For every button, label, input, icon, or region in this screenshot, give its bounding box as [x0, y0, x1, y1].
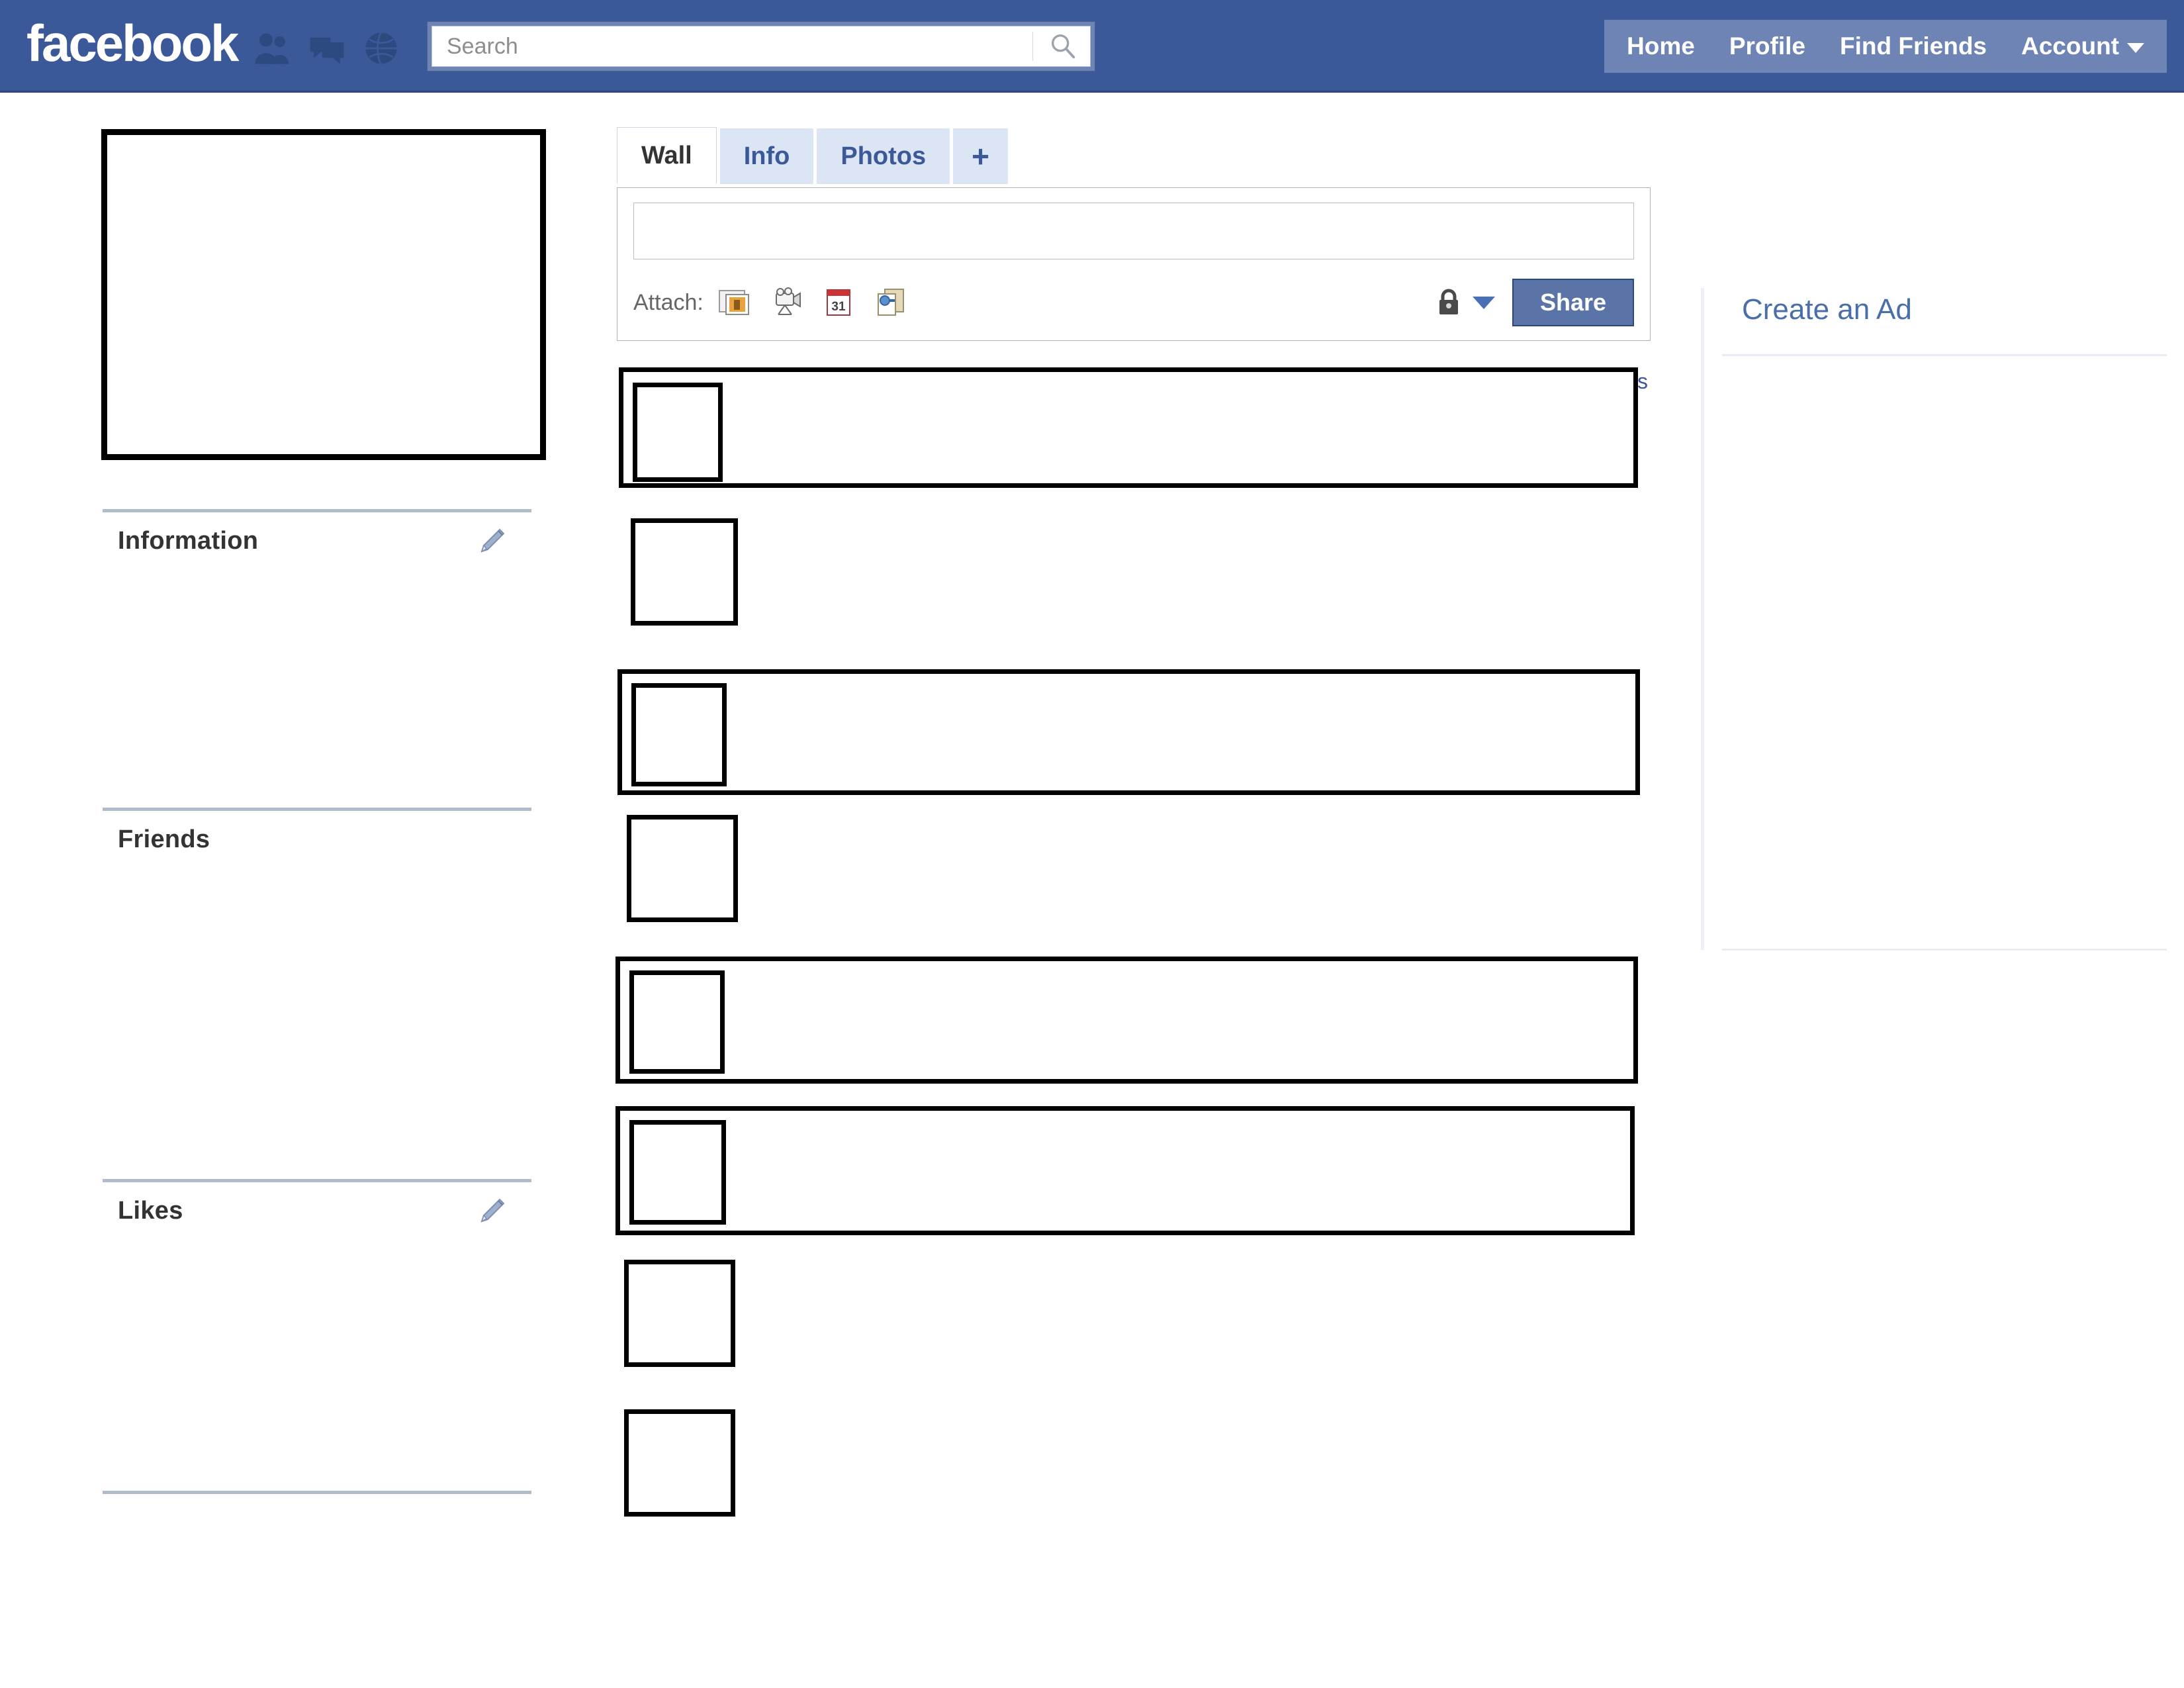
search-box[interactable] [432, 26, 1091, 67]
chevron-down-icon[interactable] [1472, 296, 1495, 309]
feed-post[interactable] [617, 669, 1640, 795]
messages-icon[interactable] [306, 29, 347, 68]
section-title-friends: Friends [118, 825, 210, 853]
tab-info[interactable]: Info [719, 128, 814, 184]
pencil-icon[interactable] [477, 525, 508, 557]
profile-photo-placeholder[interactable] [101, 129, 546, 460]
svg-text:31: 31 [831, 300, 846, 314]
ad-divider-bottom [1722, 949, 2167, 951]
post-avatar-placeholder[interactable] [629, 1120, 726, 1225]
right-sidebar: Create an Ad [1701, 95, 2184, 1438]
page-body: Information Friends Likes Wall Info Phot… [0, 95, 2184, 1688]
feed-avatar-placeholder[interactable] [627, 815, 738, 922]
post-avatar-placeholder[interactable] [629, 970, 725, 1074]
nav-link-profile[interactable]: Profile [1712, 20, 1823, 73]
attach-video-icon[interactable] [770, 285, 804, 320]
header-nav-links: Home Profile Find Friends Account [1604, 20, 2167, 73]
add-tab-button[interactable]: + [953, 128, 1009, 184]
right-sidebar-divider [1701, 288, 1704, 950]
feed-avatar-placeholder[interactable] [624, 1260, 735, 1367]
tab-photos[interactable]: Photos [817, 128, 950, 184]
post-avatar-placeholder[interactable] [631, 683, 727, 786]
section-title-likes: Likes [118, 1196, 183, 1225]
section-divider-bottom [103, 1491, 531, 1494]
search-icon[interactable] [1048, 31, 1078, 62]
search-container [427, 21, 1095, 71]
feed-post[interactable] [619, 367, 1638, 488]
create-an-ad-title[interactable]: Create an Ad [1742, 293, 1912, 326]
status-composer: Attach: 31 Share [617, 187, 1651, 341]
nav-link-home[interactable]: Home [1610, 20, 1712, 73]
pencil-icon[interactable] [477, 1195, 508, 1227]
attach-event-icon[interactable]: 31 [821, 285, 856, 320]
section-header-likes: Likes [99, 1182, 523, 1239]
notifications-icon[interactable] [361, 29, 402, 68]
sidebar-section-friends: Friends [99, 808, 536, 1179]
chevron-down-icon [2127, 42, 2144, 53]
attach-link-icon[interactable] [873, 285, 907, 320]
search-divider [1032, 32, 1033, 61]
ad-divider-top [1722, 354, 2167, 356]
feed-post[interactable] [615, 1106, 1635, 1235]
section-header-information: Information [99, 512, 523, 569]
composer-toolbar: Attach: 31 Share [633, 278, 1634, 327]
search-input[interactable] [432, 26, 1024, 66]
ad-content-area [1722, 359, 2167, 945]
sidebar-section-information: Information [99, 509, 536, 808]
feed-post[interactable] [615, 957, 1638, 1084]
post-avatar-placeholder[interactable] [633, 383, 723, 482]
tab-wall[interactable]: Wall [617, 127, 717, 184]
friend-requests-icon[interactable] [251, 29, 293, 68]
nav-link-account[interactable]: Account [2004, 20, 2161, 73]
section-body-likes [99, 1239, 536, 1491]
section-title-information: Information [118, 526, 259, 555]
sidebar-section-likes: Likes [99, 1179, 536, 1494]
profile-tabs: Wall Info Photos + [617, 124, 1011, 184]
facebook-logo[interactable]: facebook [26, 17, 239, 69]
top-navigation-bar: facebook Search Home Profile Find Friend… [0, 0, 2184, 93]
feed-avatar-placeholder[interactable] [631, 518, 738, 626]
section-body-information [99, 569, 536, 808]
section-body-friends [99, 868, 536, 1179]
left-sidebar: Information Friends Likes [99, 129, 546, 1494]
share-button[interactable]: Share [1512, 279, 1634, 326]
section-header-friends: Friends [99, 811, 523, 868]
composer-right-controls: Share [1435, 279, 1634, 326]
lock-icon[interactable] [1435, 287, 1462, 318]
feed-avatar-placeholder[interactable] [624, 1409, 735, 1517]
attach-label: Attach: [633, 289, 704, 315]
attach-photo-icon[interactable] [718, 285, 752, 320]
nav-link-find-friends[interactable]: Find Friends [1823, 20, 2004, 73]
nav-account-label: Account [2021, 32, 2119, 60]
status-input[interactable] [633, 203, 1634, 259]
